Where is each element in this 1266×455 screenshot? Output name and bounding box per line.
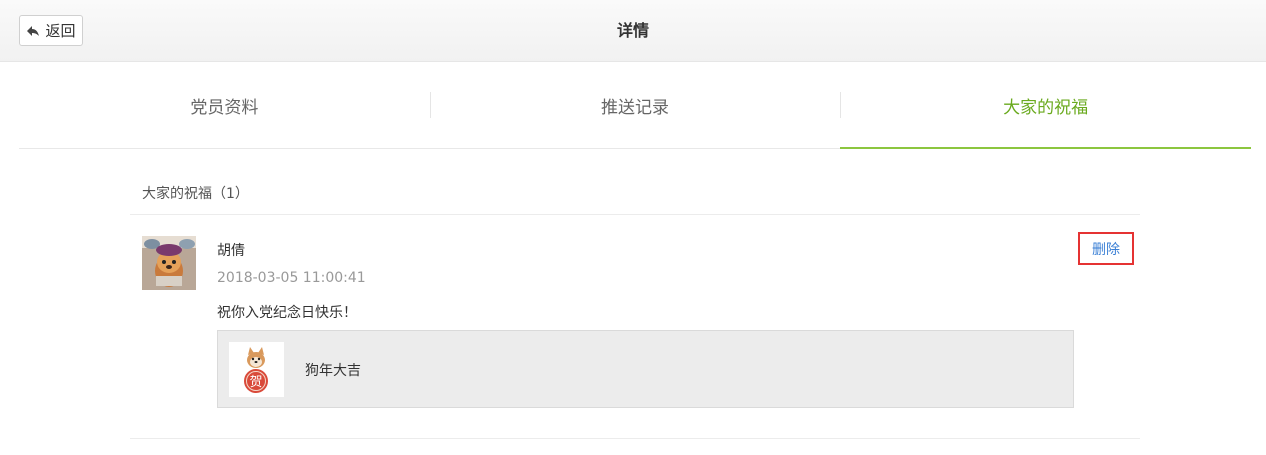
section-title: 大家的祝福（1） — [142, 186, 249, 202]
tab-member-profile[interactable]: 党员资料 — [19, 62, 430, 148]
back-arrow-icon — [26, 24, 40, 38]
top-bar: 详情 返回 — [0, 0, 1266, 62]
back-button-label: 返回 — [45, 22, 76, 40]
back-button[interactable]: 返回 — [19, 15, 83, 46]
tab-blessings[interactable]: 大家的祝福 — [840, 62, 1251, 149]
timestamp: 2018-03-05 11:00:41 — [217, 270, 366, 286]
gift-badge-char: 贺 — [249, 375, 262, 390]
avatar — [142, 236, 196, 290]
blessing-message: 祝你入党纪念日快乐！ — [217, 305, 357, 321]
page-title: 详情 — [616, 21, 649, 40]
gift-card: 贺 狗年大吉 — [217, 330, 1074, 408]
tab-bar: 党员资料 推送记录 大家的祝福 — [19, 62, 1251, 149]
divider — [130, 438, 1140, 439]
delete-button[interactable]: 删除 — [1078, 232, 1134, 265]
gift-name: 狗年大吉 — [305, 363, 361, 379]
divider — [130, 214, 1140, 215]
user-name: 胡倩 — [217, 243, 245, 259]
tab-push-records[interactable]: 推送记录 — [429, 62, 841, 148]
gift-image: 贺 — [229, 342, 284, 397]
